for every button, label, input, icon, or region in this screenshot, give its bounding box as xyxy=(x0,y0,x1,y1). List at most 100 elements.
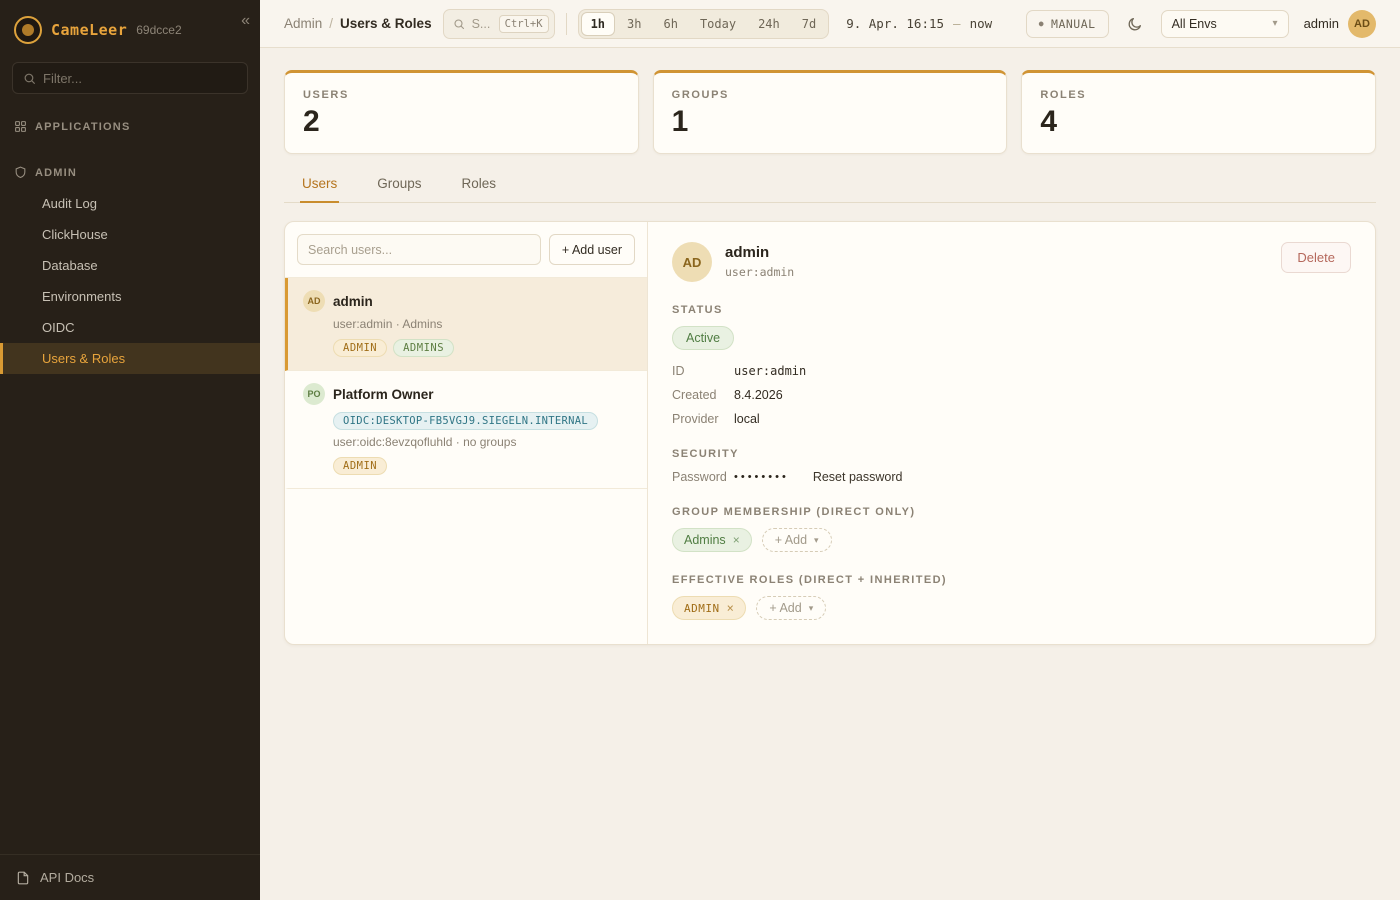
sidebar-filter-input[interactable] xyxy=(43,71,237,86)
global-search[interactable]: S... Ctrl+K xyxy=(443,9,555,39)
user-menu[interactable]: admin AD xyxy=(1304,10,1376,38)
avatar: PO xyxy=(303,383,325,405)
oidc-provider-badge: OIDC:DESKTOP-FB5VGJ9.SIEGELN.INTERNAL xyxy=(333,412,598,430)
chevron-down-icon: ▾ xyxy=(1273,18,1278,29)
user-list-item-admin[interactable]: AD admin user:admin · Admins ADMIN ADMIN… xyxy=(285,278,647,371)
group-chip-admins: Admins × xyxy=(672,528,752,552)
avatar: AD xyxy=(1348,10,1376,38)
user-item-subtitle: user:oidc:8evzqofluhld · no groups xyxy=(333,435,633,449)
time-range-button-today[interactable]: Today xyxy=(690,12,746,36)
avatar: AD xyxy=(672,242,712,282)
password-label: Password xyxy=(672,470,734,484)
created-field: Created 8.4.2026 xyxy=(672,388,1351,402)
field-label: Created xyxy=(672,388,734,402)
api-docs-label: API Docs xyxy=(40,870,94,885)
tab-users[interactable]: Users xyxy=(300,176,339,203)
user-list-item-platform-owner[interactable]: PO Platform Owner OIDC:DESKTOP-FB5VGJ9.S… xyxy=(285,371,647,489)
time-range-button-7d[interactable]: 7d xyxy=(792,12,826,36)
time-range-button-24h[interactable]: 24h xyxy=(748,12,790,36)
sidebar-item-oidc[interactable]: OIDC xyxy=(0,312,260,343)
section-label: APPLICATIONS xyxy=(35,121,130,133)
stat-label: GROUPS xyxy=(672,89,989,101)
field-value: 8.4.2026 xyxy=(734,388,783,402)
sidebar-item-users-roles[interactable]: Users & Roles xyxy=(0,343,260,374)
detail-user-name: admin xyxy=(725,244,794,261)
environment-select[interactable]: All Envs ▾ xyxy=(1161,10,1289,38)
stat-label: USERS xyxy=(303,89,620,101)
dark-mode-toggle[interactable] xyxy=(1120,9,1150,39)
page-content: USERS 2 GROUPS 1 ROLES 4 Users Groups Ro… xyxy=(260,48,1400,900)
status-dot-icon: ● xyxy=(1039,19,1044,28)
breadcrumb-current: Users & Roles xyxy=(340,16,432,31)
delete-user-button[interactable]: Delete xyxy=(1281,242,1351,273)
detail-identity: admin user:admin xyxy=(725,242,794,279)
manual-label: MANUAL xyxy=(1051,17,1096,31)
remove-icon[interactable]: × xyxy=(733,533,740,547)
manual-refresh-button[interactable]: ● MANUAL xyxy=(1026,10,1109,38)
user-item-badges: ADMIN xyxy=(333,457,633,475)
add-label: + Add xyxy=(769,601,801,615)
sidebar-item-audit-log[interactable]: Audit Log xyxy=(0,188,260,219)
status-badge: Active xyxy=(672,326,734,350)
user-list-column: + Add user AD admin user:admin · Admins … xyxy=(285,222,648,644)
sidebar-section-applications[interactable]: APPLICATIONS xyxy=(0,110,260,142)
field-label: ID xyxy=(672,364,734,378)
field-value: user:admin xyxy=(734,364,806,378)
user-item-subtitle: user:admin · Admins xyxy=(333,317,633,331)
search-shortcut-kbd: Ctrl+K xyxy=(499,15,549,33)
remove-icon[interactable]: × xyxy=(727,601,735,615)
add-user-button[interactable]: + Add user xyxy=(549,234,635,265)
provider-field: Provider local xyxy=(672,412,1351,426)
search-icon xyxy=(23,72,36,85)
chip-label: Admins xyxy=(684,533,726,547)
add-role-button[interactable]: + Add ▾ xyxy=(756,596,826,620)
reset-password-link[interactable]: Reset password xyxy=(813,470,903,484)
time-end: now xyxy=(970,16,993,31)
time-start: 9. Apr. 16:15 xyxy=(846,16,944,31)
user-list: AD admin user:admin · Admins ADMIN ADMIN… xyxy=(285,277,647,489)
sidebar-item-environments[interactable]: Environments xyxy=(0,281,260,312)
user-detail-panel: AD admin user:admin Delete STATUS Active… xyxy=(648,222,1375,644)
role-badge: ADMIN xyxy=(333,457,387,475)
logo-icon xyxy=(14,16,42,44)
time-range-button-6h[interactable]: 6h xyxy=(653,12,687,36)
tab-groups[interactable]: Groups xyxy=(375,176,423,203)
detail-header: AD admin user:admin Delete xyxy=(672,242,1351,282)
detail-user-id: user:admin xyxy=(725,265,794,279)
time-range-display: 9. Apr. 16:15 — now xyxy=(846,16,992,31)
time-separator: — xyxy=(953,16,961,31)
avatar: AD xyxy=(303,290,325,312)
stat-value: 4 xyxy=(1040,105,1357,139)
top-bar: Admin / Users & Roles S... Ctrl+K 1h 3h … xyxy=(260,0,1400,48)
api-docs-link[interactable]: API Docs xyxy=(0,854,260,900)
main-area: Admin / Users & Roles S... Ctrl+K 1h 3h … xyxy=(260,0,1400,900)
user-item-name: admin xyxy=(333,294,373,309)
stat-card-users: USERS 2 xyxy=(284,70,639,154)
sidebar-item-database[interactable]: Database xyxy=(0,250,260,281)
time-range-button-3h[interactable]: 3h xyxy=(617,12,651,36)
password-mask: •••••••• xyxy=(734,471,789,483)
sidebar-collapse-button[interactable]: « xyxy=(241,13,250,29)
user-item-name: Platform Owner xyxy=(333,387,434,402)
field-label: Provider xyxy=(672,412,734,426)
user-list-tools: + Add user xyxy=(285,222,647,277)
add-group-button[interactable]: + Add ▾ xyxy=(762,528,832,552)
add-label: + Add xyxy=(775,533,807,547)
role-chip-admin: ADMIN × xyxy=(672,596,746,620)
group-membership-heading: GROUP MEMBERSHIP (DIRECT ONLY) xyxy=(672,506,1351,518)
group-badge: ADMINS xyxy=(393,339,454,357)
app-title: CameLeer xyxy=(51,21,127,39)
password-row: Password •••••••• Reset password xyxy=(672,470,1351,484)
search-placeholder-text: S... xyxy=(472,17,492,31)
id-field: ID user:admin xyxy=(672,364,1351,378)
sidebar-item-clickhouse[interactable]: ClickHouse xyxy=(0,219,260,250)
shield-icon xyxy=(14,166,27,179)
breadcrumb: Admin / Users & Roles xyxy=(284,16,432,31)
breadcrumb-admin-link[interactable]: Admin xyxy=(284,16,322,31)
tab-roles[interactable]: Roles xyxy=(460,176,499,203)
section-label: ADMIN xyxy=(35,167,77,179)
user-search-input[interactable] xyxy=(297,234,541,265)
users-panel: + Add user AD admin user:admin · Admins … xyxy=(284,221,1376,645)
sidebar-section-admin[interactable]: ADMIN xyxy=(0,156,260,188)
time-range-button-1h[interactable]: 1h xyxy=(581,12,615,36)
